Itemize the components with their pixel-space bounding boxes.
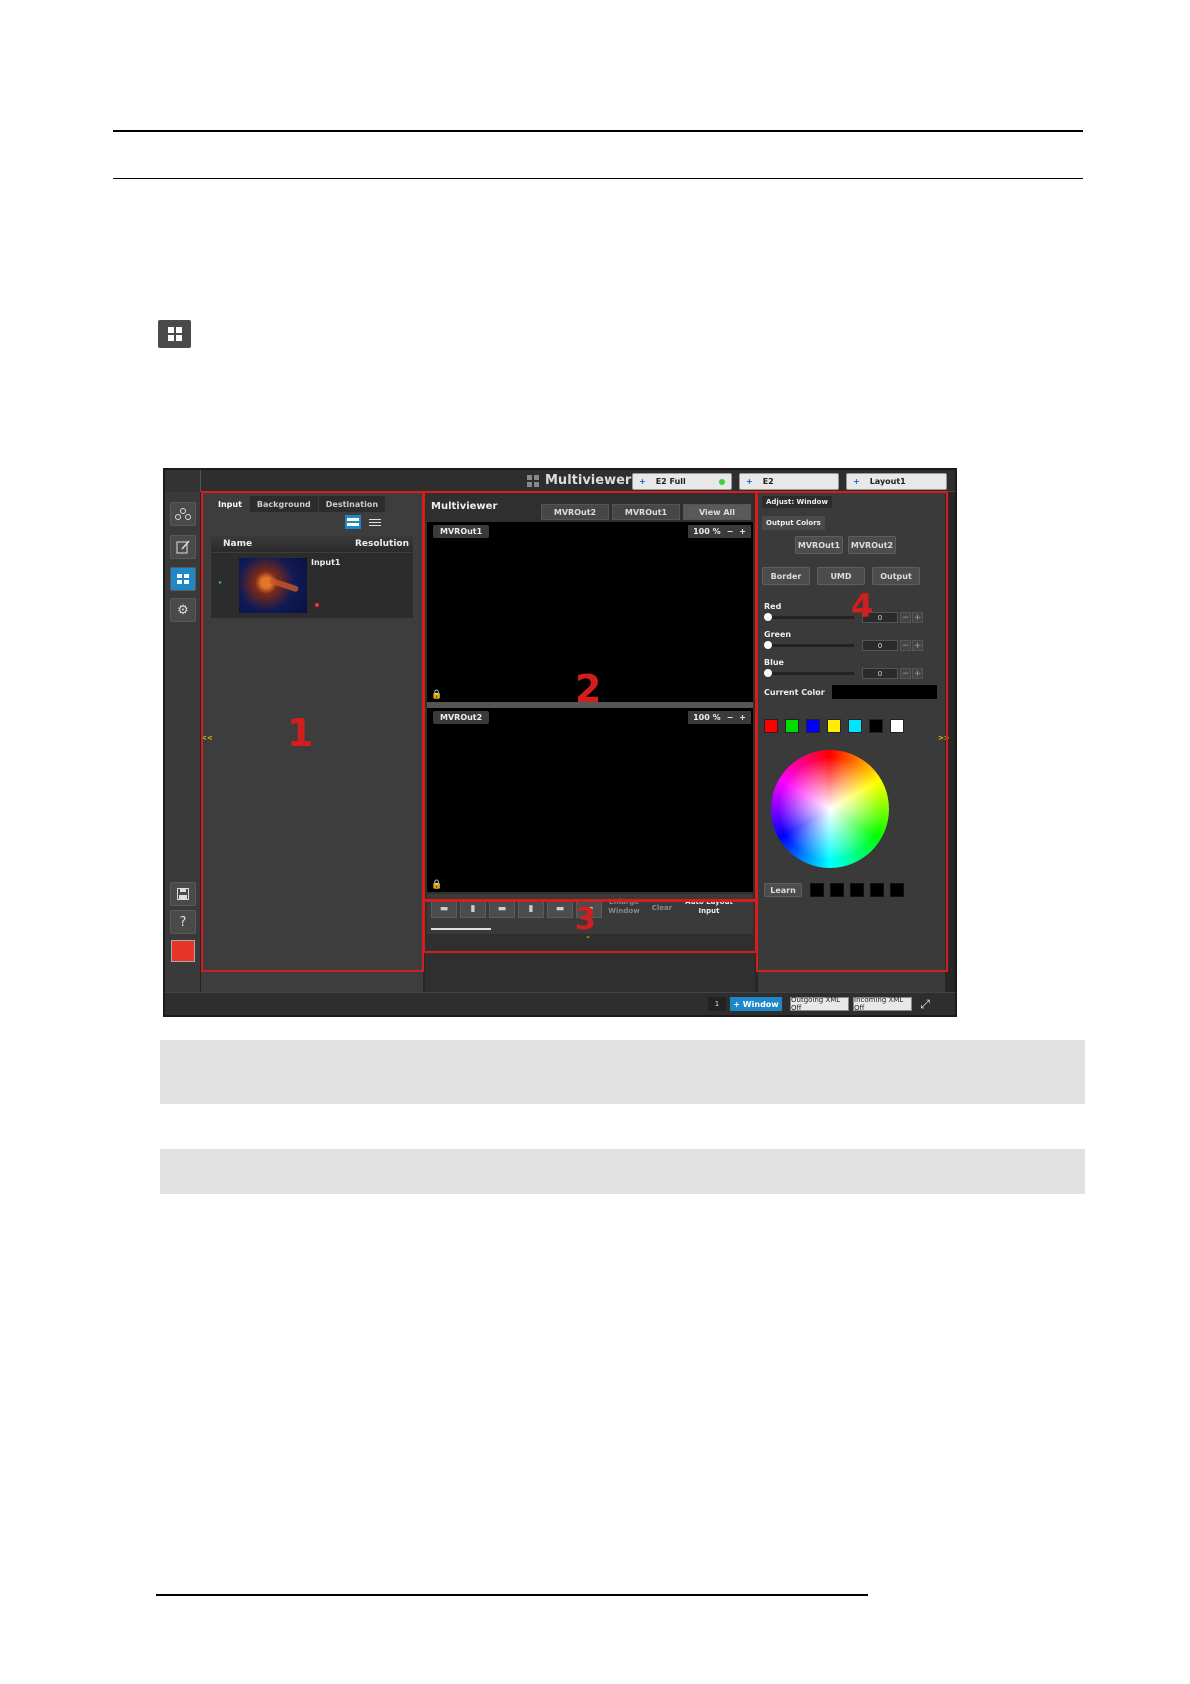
callout-number-1: 1 xyxy=(287,711,314,755)
incoming-xml-button[interactable]: Incoming XML Off xyxy=(853,996,912,1012)
edit-icon[interactable] xyxy=(170,535,196,559)
dest-tab-label: E2 xyxy=(762,477,774,486)
bottom-bar: 1 + Window Outgoing XML Off Incoming XML… xyxy=(165,992,955,1015)
plus-icon: + xyxy=(639,477,646,486)
dest-tab-e2[interactable]: + E2 xyxy=(739,473,839,490)
callout-number-2: 2 xyxy=(575,667,602,711)
app-title-text: Multiviewer xyxy=(545,473,632,488)
plus-icon: + xyxy=(746,477,753,486)
save-icon[interactable] xyxy=(170,882,196,906)
add-window-button[interactable]: + Window xyxy=(730,997,782,1011)
callout-number-4: 4 xyxy=(851,587,874,625)
callout-number-3: 3 xyxy=(575,902,596,937)
header-rule-top xyxy=(113,130,1083,132)
note-band xyxy=(160,1149,1085,1194)
multiviewer-screenshot: Multiviewer + E2 Full + E2 + Layout1 ⚙ ?… xyxy=(163,468,957,1017)
callout-box-4 xyxy=(756,491,948,972)
top-bar-corner xyxy=(165,470,201,492)
dest-tab-layout1[interactable]: + Layout1 xyxy=(846,473,947,490)
app-title: Multiviewer xyxy=(527,473,631,488)
outgoing-xml-button[interactable]: Outgoing XML Off xyxy=(790,996,849,1012)
dest-tab-label: E2 Full xyxy=(655,477,686,486)
footer-rule xyxy=(156,1594,868,1596)
multiviewer-grid-icon xyxy=(527,474,539,487)
layout-grid-icon xyxy=(158,320,191,348)
logo-icon xyxy=(171,940,195,962)
plus-icon: + xyxy=(853,477,860,486)
status-dot-icon xyxy=(719,479,725,485)
note-band xyxy=(160,1040,1085,1104)
page-number[interactable]: 1 xyxy=(708,997,726,1011)
multiviewer-icon[interactable] xyxy=(170,567,196,591)
dest-tab-label: Layout1 xyxy=(869,477,906,486)
gear-icon[interactable]: ⚙ xyxy=(170,598,196,622)
header-rule-bottom xyxy=(113,178,1083,179)
fullscreen-icon[interactable]: ⤢ xyxy=(917,997,933,1011)
network-icon[interactable] xyxy=(170,502,196,526)
help-icon[interactable]: ? xyxy=(170,910,196,934)
dest-tab-e2-full[interactable]: + E2 Full xyxy=(632,473,732,490)
top-bar: Multiviewer + E2 Full + E2 + Layout1 xyxy=(165,470,955,492)
left-icon-bar: ⚙ ? xyxy=(165,492,201,992)
